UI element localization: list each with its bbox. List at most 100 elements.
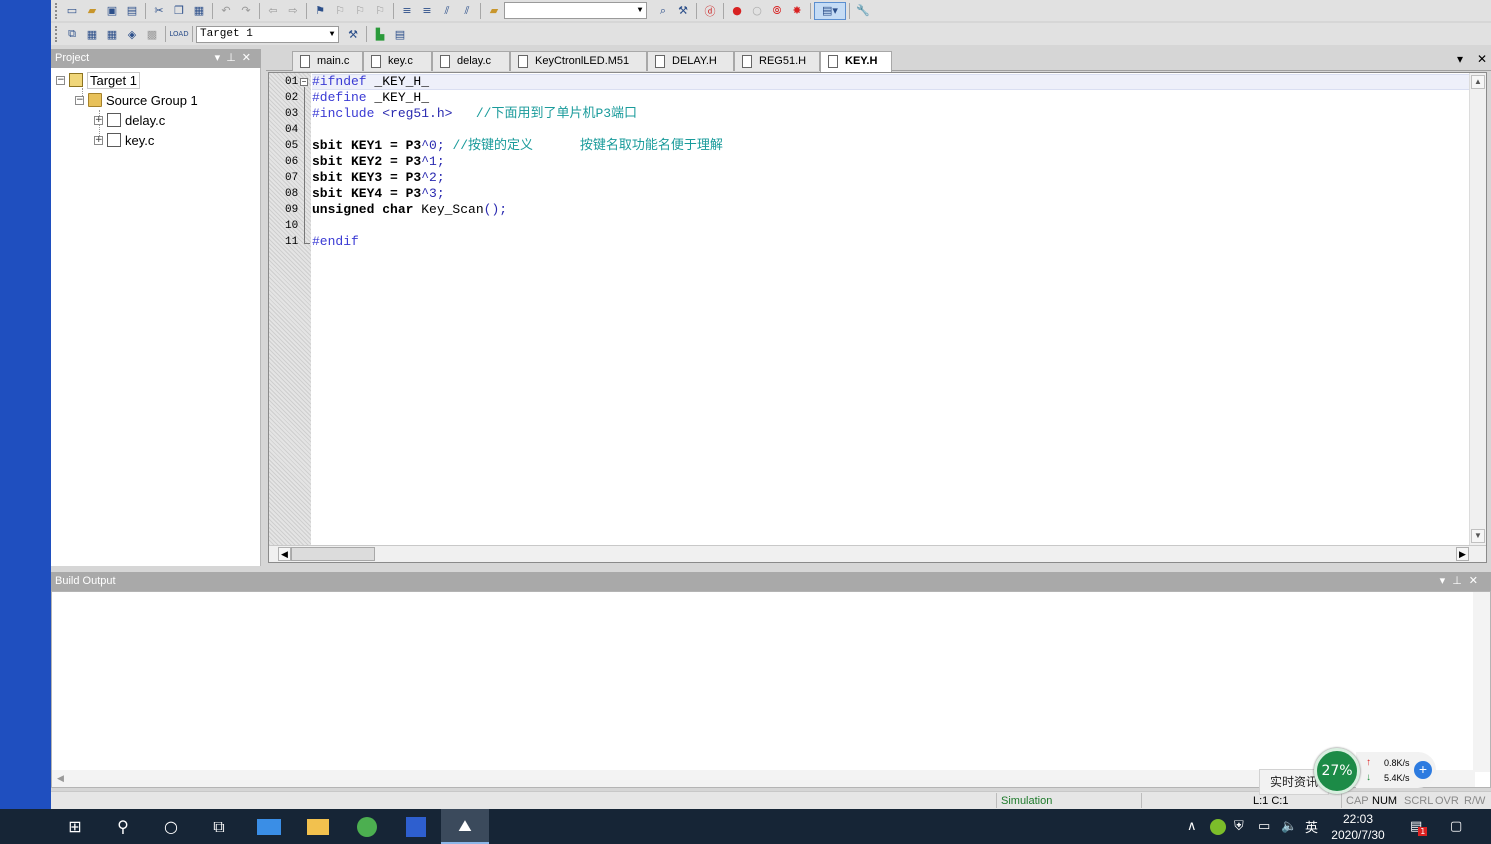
disable-all-breakpoints-icon[interactable]: ⦾ — [767, 2, 787, 20]
system-clock[interactable]: 22:03 2020/7/30 — [1318, 811, 1398, 843]
tray-app-icon[interactable] — [1210, 809, 1226, 844]
file-explorer-icon[interactable] — [294, 809, 342, 844]
uncomment-icon[interactable]: ⫽ — [457, 2, 477, 20]
tray-overflow-icon[interactable]: ∧ — [1187, 809, 1197, 844]
pin-icon[interactable]: ⊥ — [226, 52, 242, 64]
scroll-down-icon[interactable]: ▼ — [1471, 529, 1485, 543]
keil-uvision-icon[interactable] — [392, 809, 440, 844]
new-file-icon[interactable]: ▭ — [62, 2, 82, 20]
scroll-up-icon[interactable]: ▲ — [1471, 75, 1485, 89]
tab-delay-c[interactable]: delay.c — [432, 51, 510, 71]
photos-app-icon[interactable]: ⛰ — [441, 809, 489, 844]
shield-icon[interactable]: ⛨ — [1234, 809, 1244, 844]
panel-menu-icon[interactable]: ▾ — [215, 52, 227, 64]
search-icon[interactable]: ⚲ — [99, 809, 147, 844]
cut-icon[interactable]: ✂ — [149, 2, 169, 20]
target-options-icon[interactable]: ⚒ — [343, 25, 363, 43]
tab-delay-h[interactable]: DELAY.H — [647, 51, 734, 71]
tree-item-target[interactable]: − Target 1 — [56, 71, 140, 89]
memory-usage-ball[interactable]: 27% — [1314, 748, 1360, 794]
chevron-down-icon[interactable]: ▼ — [326, 27, 338, 42]
code-editor[interactable]: 01 02 03 04 05 06 07 08 09 10 11 − #ifnd… — [268, 72, 1487, 563]
disable-breakpoint-icon[interactable]: ○ — [747, 2, 767, 20]
manage-books-icon[interactable]: ▤ — [390, 25, 410, 43]
unindent-icon[interactable]: ≡ — [417, 2, 437, 20]
configure-icon[interactable]: 🔧 — [853, 2, 873, 20]
editor-horizontal-scrollbar[interactable]: ◀ ▶ — [269, 545, 1486, 562]
build-vertical-scrollbar[interactable] — [1473, 592, 1490, 772]
tab-keyctronlled-m51[interactable]: KeyCtronlLED.M51 — [510, 51, 647, 71]
expand-icon[interactable]: + — [94, 135, 103, 145]
notification-app-icon[interactable]: ▤ 1 — [1410, 809, 1428, 844]
expand-icon[interactable]: + — [94, 115, 103, 125]
undo-icon[interactable]: ↶ — [216, 2, 236, 20]
clear-bookmarks-icon[interactable]: ⚐ — [370, 2, 390, 20]
tab-key-h[interactable]: KEY.H — [820, 51, 892, 72]
breakpoint-icon[interactable]: ● — [727, 2, 747, 20]
close-icon[interactable]: ✕ — [1469, 575, 1485, 587]
network-icon[interactable]: ▭ — [1258, 809, 1270, 844]
close-icon[interactable]: ✕ — [1477, 52, 1487, 66]
tab-reg51-h[interactable]: REG51.H — [734, 51, 820, 71]
cortana-icon[interactable]: ○ — [147, 809, 195, 844]
nav-back-icon[interactable]: ⇦ — [263, 2, 283, 20]
build-output-window[interactable]: ◀ — [51, 591, 1491, 788]
redo-icon[interactable]: ↷ — [236, 2, 256, 20]
network-speed-widget[interactable]: ↑ 0.8K/s ↓ 5.4K/s + — [1356, 752, 1436, 788]
action-center-icon[interactable]: ▢ — [1450, 809, 1462, 844]
target-select[interactable]: Target 1 ▼ — [196, 25, 339, 43]
windows-start-icon[interactable]: ⊞ — [51, 809, 99, 844]
collapse-icon[interactable]: − — [56, 75, 65, 85]
incremental-find-icon[interactable]: ⚒ — [673, 2, 693, 20]
ime-indicator[interactable]: 英 — [1305, 809, 1318, 844]
tab-key-c[interactable]: key.c — [363, 51, 432, 71]
volume-icon[interactable]: 🔈 — [1281, 809, 1297, 844]
next-bookmark-icon[interactable]: ⚐ — [350, 2, 370, 20]
scroll-left-icon[interactable]: ◀ — [278, 547, 291, 561]
task-view-icon[interactable]: ⧉ — [195, 809, 243, 844]
save-icon[interactable]: ▣ — [102, 2, 122, 20]
tree-item-source-group[interactable]: − Source Group 1 — [75, 91, 198, 109]
mail-icon[interactable] — [245, 809, 293, 844]
boost-plus-icon[interactable]: + — [1414, 761, 1432, 779]
collapse-icon[interactable]: − — [75, 95, 84, 105]
nav-forward-icon[interactable]: ⇨ — [283, 2, 303, 20]
manage-components-icon[interactable]: ▙ — [370, 25, 390, 43]
scroll-right-icon[interactable]: ▶ — [1456, 547, 1469, 561]
batch-build-icon[interactable]: ◈ — [122, 25, 142, 43]
tab-main-c[interactable]: main.c — [292, 51, 363, 71]
indent-icon[interactable]: ≡ — [397, 2, 417, 20]
bookmark-icon[interactable]: ⚑ — [310, 2, 330, 20]
toolbar-grip[interactable] — [55, 2, 59, 19]
prev-bookmark-icon[interactable]: ⚐ — [330, 2, 350, 20]
toolbar-grip[interactable] — [55, 26, 59, 42]
download-icon[interactable]: LOAD — [169, 25, 189, 43]
translate-icon[interactable]: ⧉ — [62, 25, 82, 43]
paste-icon[interactable]: ▦ — [189, 2, 209, 20]
stop-build-icon[interactable]: ▩ — [142, 25, 162, 43]
tree-item-file[interactable]: + delay.c — [94, 111, 165, 129]
find-icon[interactable]: ⌕ — [653, 2, 673, 20]
fold-collapse-icon[interactable]: − — [300, 78, 308, 86]
browser-icon[interactable] — [343, 809, 391, 844]
editor-vertical-scrollbar[interactable]: ▲ ▼ — [1469, 73, 1486, 545]
close-icon[interactable]: ✕ — [242, 52, 257, 64]
build-icon[interactable]: ▦ — [82, 25, 102, 43]
scroll-left-icon[interactable]: ◀ — [57, 773, 64, 783]
save-all-icon[interactable]: ▤ — [122, 2, 142, 20]
tab-list-icon[interactable]: ▾ — [1457, 52, 1463, 66]
window-layout-icon[interactable]: ▤▾ — [814, 1, 846, 20]
find-combo[interactable]: ▼ — [504, 2, 647, 19]
scroll-thumb[interactable] — [291, 547, 375, 561]
pin-icon[interactable]: ⊥ — [1452, 575, 1469, 587]
tree-item-file[interactable]: + key.c — [94, 131, 154, 149]
find-in-files-icon[interactable]: ▰ — [484, 2, 504, 20]
debug-session-icon[interactable]: ⓓ — [700, 2, 720, 20]
comment-icon[interactable]: ⫽ — [437, 2, 457, 20]
chevron-down-icon[interactable]: ▼ — [634, 3, 646, 18]
rebuild-icon[interactable]: ▦ — [102, 25, 122, 43]
open-folder-icon[interactable]: ▰ — [82, 2, 102, 20]
copy-icon[interactable]: ❐ — [169, 2, 189, 20]
panel-menu-icon[interactable]: ▾ — [1440, 575, 1453, 587]
kill-breakpoints-icon[interactable]: ✸ — [787, 2, 807, 20]
